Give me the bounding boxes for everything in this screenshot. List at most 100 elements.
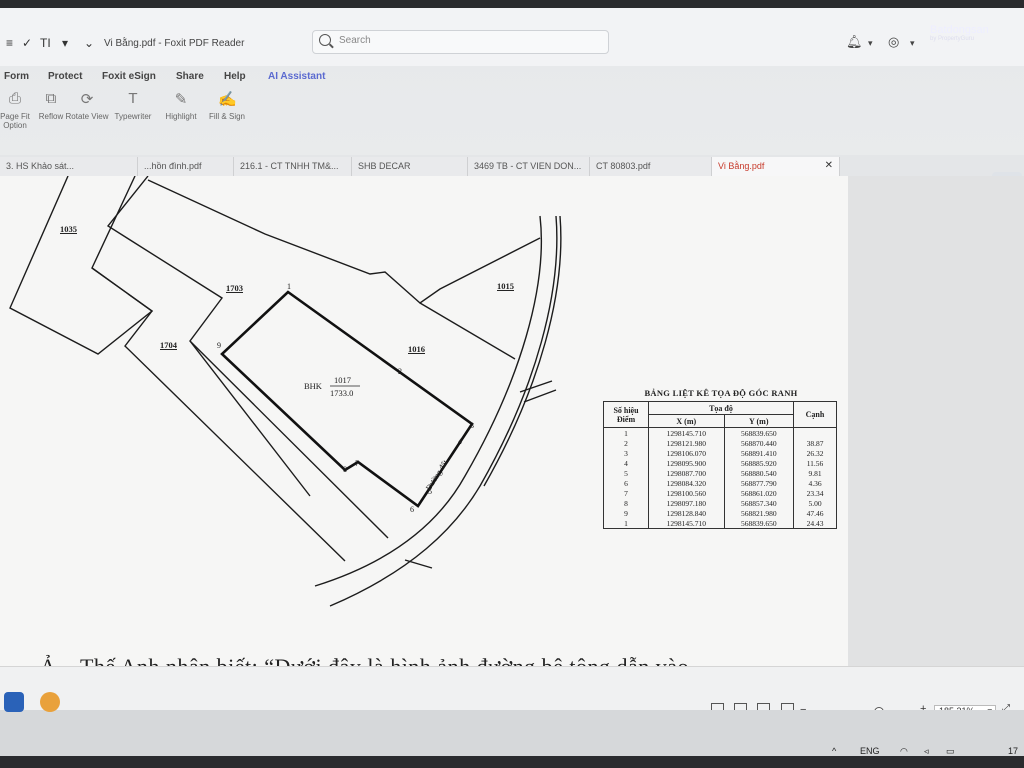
coordinate-table-title: BẢNG LIỆT KÊ TỌA ĐỘ GÓC RANH [644, 388, 798, 398]
road-edge-right [329, 215, 558, 607]
reflow-label: Reflow [38, 112, 64, 121]
edge-length-cell: 38.87 [793, 438, 837, 448]
tab-hs-khao-sat[interactable]: 3. HS Khảo sát... [0, 157, 138, 177]
edge-length-cell: 5.00 [793, 498, 837, 508]
main-parcel-area: 1733.0 [330, 388, 353, 398]
menu-share[interactable]: Share [176, 71, 204, 82]
taskbar: ^ ENG ◠ ◃ ▭ 17 [0, 692, 1024, 757]
header-point: Số hiệu Điểm [603, 401, 649, 428]
coordinate-cell-x: 1298095.900 [648, 458, 725, 468]
page-fit-icon: ⎙ [8, 90, 21, 107]
coordinate-cell-x: 1298084.320 [648, 478, 725, 488]
coordinate-row: 4 1298095.900 568885.920 11.56 [603, 458, 837, 468]
coordinate-row: 6 1298084.320 568877.790 4.36 [603, 478, 837, 488]
coordinate-row: 3 1298106.070 568891.410 26.32 [603, 448, 837, 458]
menu-form[interactable]: Form [4, 71, 29, 82]
tab-vi-bang[interactable]: Vi Bằng.pdf ✕ [712, 157, 840, 177]
header-x: X (m) [648, 414, 725, 428]
edge-length-cell [793, 427, 837, 438]
quick-access-icon[interactable]: ≡ [6, 36, 13, 50]
highlight-icon: ✎ [174, 91, 188, 108]
rotate-label: Rotate View [65, 112, 109, 121]
parcel-label-1703: 1703 [226, 283, 243, 293]
coordinate-cell-p: 2 [603, 438, 649, 448]
search-icon [319, 34, 331, 46]
volume-icon[interactable]: ◃ [924, 746, 929, 757]
tab-shb-decar[interactable]: SHB DECAR [352, 157, 468, 177]
language-indicator[interactable]: ENG [860, 746, 880, 756]
highlight-label: Highlight [165, 112, 197, 121]
coordinate-cell-p: 9 [603, 508, 649, 518]
point-2: 2 [398, 367, 402, 376]
header-y: Y (m) [723, 414, 795, 428]
coordinate-cell-x: 1298100.560 [648, 488, 725, 498]
menu-foxit-esign[interactable]: Foxit eSign [102, 71, 156, 82]
rotate-icon: ⟳ [80, 91, 94, 108]
coordinate-cell-y: 568839.650 [723, 518, 795, 529]
parcel-1016-boundary [147, 179, 541, 304]
tools-dropdown-icon[interactable]: ▾ [62, 36, 68, 50]
parcel-label-1016: 1016 [408, 344, 425, 354]
parcel-label-1015: 1015 [497, 281, 514, 291]
tab-ct-80803[interactable]: CT 80803.pdf [590, 157, 712, 177]
wifi-icon[interactable]: ◠ [900, 746, 908, 757]
coordinate-cell-y: 568880.540 [723, 468, 795, 478]
account-icon[interactable]: ◎ [888, 34, 899, 50]
point-6: 6 [410, 505, 414, 514]
status-bar: − + 185.31% ▾ ⤢ [0, 666, 1024, 719]
search-placeholder: Search [339, 35, 371, 46]
highlight-button[interactable]: ✎ Highlight [158, 88, 204, 121]
text-select-icon[interactable]: TI [40, 36, 51, 50]
coordinate-cell-y: 568839.650 [723, 427, 795, 438]
pdf-page: 1035 1703 1704 1016 1015 BHK 1017 1733.0… [0, 176, 848, 679]
typewriter-label: Typewriter [114, 112, 152, 121]
screen: ≡ ✓ TI ▾ ⌄ Vi Bằng.pdf - Foxit PDF Reade… [0, 8, 1024, 756]
menu-ai-assistant[interactable]: AI Assistant [268, 71, 325, 82]
coordinate-row: 5 1298087.700 568880.540 9.81 [603, 468, 837, 478]
watermark-sub: by PropertyGuru [930, 36, 975, 42]
close-tab-icon[interactable]: ✕ [825, 160, 833, 171]
page-background [848, 176, 1024, 666]
coordinate-cell-p: 5 [603, 468, 649, 478]
parcel-1703-boundary [106, 176, 311, 497]
menu-bar: Form Protect Foxit eSign Share Help AI A… [0, 68, 1024, 88]
road-stub [404, 559, 433, 569]
edge-length-cell: 9.81 [793, 468, 837, 478]
tab-hon-dinh[interactable]: ...hồn đình.pdf [138, 157, 234, 177]
main-parcel-label: BHK 1017 1733.0 [304, 375, 360, 398]
notification-bell-icon[interactable]: 🔔︎ [846, 34, 863, 50]
fill-sign-button[interactable]: ✍ Fill & Sign [204, 88, 250, 121]
edge-length-cell: 23.34 [793, 488, 837, 498]
title-bar: ≡ ✓ TI ▾ ⌄ Vi Bằng.pdf - Foxit PDF Reade… [0, 8, 1024, 66]
point-3: 3 [470, 421, 474, 430]
tab-3469-tb[interactable]: 3469 TB - CT VIEN DON... [468, 157, 590, 177]
chrome-icon[interactable] [40, 692, 60, 712]
reflow-icon: ⧉ [45, 90, 57, 107]
taskbar-app-icon[interactable] [4, 692, 24, 712]
rotate-view-button[interactable]: ⟳ Rotate View [64, 88, 110, 121]
tray-expand-icon[interactable]: ^ [832, 746, 836, 756]
coordinate-row: 1 1298145.710 568839.650 24.43 [603, 518, 837, 529]
coordinate-table-block: BẢNG LIỆT KÊ TỌA ĐỘ GÓC RANH Số hiệu Điể… [603, 388, 839, 529]
search-input[interactable]: Search [312, 30, 609, 54]
menu-protect[interactable]: Protect [48, 71, 82, 82]
cursor-mode-icon[interactable]: ✓ [22, 36, 32, 50]
point-8: 8 [343, 465, 347, 474]
coordinate-cell-x: 1298145.710 [648, 427, 725, 438]
tab-216-ct-tnhh[interactable]: 216.1 - CT TNHH TM&... [234, 157, 352, 177]
coordinate-row: 2 1298121.980 568870.440 38.87 [603, 438, 837, 448]
bell-dropdown-icon[interactable]: ▾ [868, 38, 873, 49]
battery-icon[interactable]: ▭ [946, 746, 955, 757]
coordinate-cell-x: 1298145.710 [648, 518, 725, 529]
typewriter-icon: T [128, 90, 138, 107]
tab-label: 216.1 - CT TNHH TM&... [240, 161, 339, 171]
edge-length-cell: 24.43 [793, 518, 837, 529]
typewriter-button[interactable]: T Typewriter [110, 88, 156, 121]
watermark-text: Batdongsan [930, 24, 989, 36]
more-icon[interactable]: ⌄ [84, 36, 94, 50]
menu-help[interactable]: Help [224, 71, 246, 82]
account-dropdown-icon[interactable]: ▾ [910, 38, 915, 49]
coordinate-cell-x: 1298121.980 [648, 438, 725, 448]
tab-label: ...hồn đình.pdf [144, 161, 202, 171]
coordinate-cell-p: 1 [603, 427, 649, 438]
